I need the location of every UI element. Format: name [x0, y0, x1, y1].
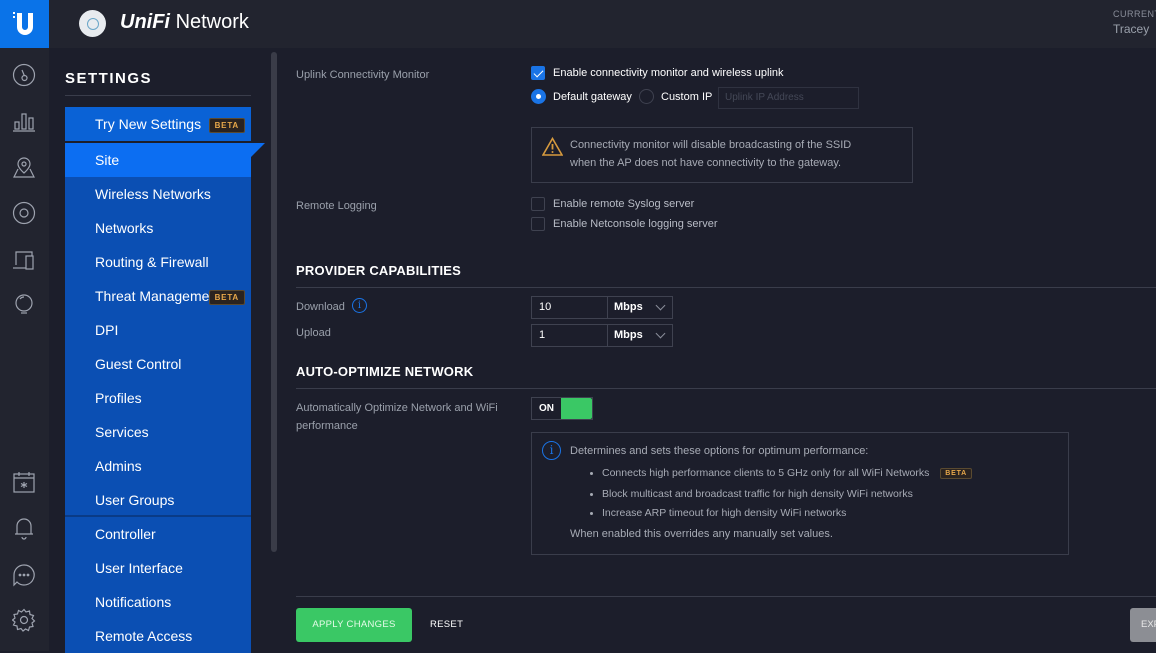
- info-icon: i: [542, 441, 561, 460]
- download-input[interactable]: 10: [531, 296, 608, 319]
- nav-controller[interactable]: Controller: [65, 517, 251, 551]
- toggle-knob: [561, 398, 592, 419]
- enable-connectivity-label: Enable connectivity monitor and wireless…: [553, 67, 784, 79]
- netconsole-checkbox[interactable]: [531, 217, 545, 231]
- apply-changes-button[interactable]: APPLY CHANGES: [296, 608, 412, 642]
- statistics-icon[interactable]: [12, 109, 36, 133]
- devices-icon[interactable]: [12, 201, 36, 225]
- dashboard-icon[interactable]: [12, 63, 36, 87]
- syslog-label: Enable remote Syslog server: [553, 198, 695, 210]
- info-icon[interactable]: i: [352, 298, 367, 313]
- custom-ip-radio[interactable]: [639, 89, 654, 104]
- auto-optimize-toggle[interactable]: ON: [531, 397, 593, 420]
- nav-wireless-networks[interactable]: Wireless Networks: [65, 177, 251, 211]
- divider: [296, 596, 1156, 597]
- info-heading: Determines and sets these options for op…: [570, 445, 869, 457]
- divider: [65, 95, 251, 96]
- beta-badge: BETA: [208, 290, 245, 305]
- provider-capabilities-heading: PROVIDER CAPABILITIES: [296, 263, 462, 278]
- app-title: UniFi Network: [120, 11, 249, 34]
- uplink-label: Uplink Connectivity Monitor: [296, 69, 430, 81]
- nav-admins[interactable]: Admins: [65, 449, 251, 483]
- syslog-checkbox[interactable]: [531, 197, 545, 211]
- nav-site[interactable]: Site: [65, 143, 265, 177]
- remote-logging-label: Remote Logging: [296, 200, 377, 212]
- settings-icon[interactable]: [11, 608, 36, 632]
- uplink-ip-input[interactable]: Uplink IP Address: [718, 87, 859, 109]
- current-user[interactable]: Tracey: [1113, 22, 1149, 36]
- netconsole-label: Enable Netconsole logging server: [553, 218, 718, 230]
- nav-guest-control[interactable]: Guest Control: [65, 347, 251, 381]
- nav-notifications[interactable]: Notifications: [65, 585, 251, 619]
- nav-threat-management[interactable]: Threat Management BETA: [65, 279, 251, 313]
- nav-scrollbar[interactable]: [271, 52, 277, 552]
- custom-ip-label: Custom IP: [661, 91, 713, 103]
- download-unit-select[interactable]: Mbps: [608, 296, 673, 319]
- upload-input[interactable]: 1: [531, 324, 608, 347]
- info-bullet: Block multicast and broadcast traffic fo…: [590, 488, 913, 500]
- nav-routing-firewall[interactable]: Routing & Firewall: [65, 245, 251, 279]
- ubiquiti-logo[interactable]: [0, 0, 49, 48]
- reset-button[interactable]: RESET: [430, 608, 463, 642]
- nav-try-new-settings[interactable]: Try New Settings BETA: [65, 107, 251, 141]
- current-site-label: CURRENT: [1113, 9, 1156, 19]
- info-footer: When enabled this overrides any manually…: [570, 528, 833, 540]
- brand-name: UniFi: [120, 11, 170, 33]
- warning-text-line2: when the AP does not have connectivity t…: [570, 157, 842, 169]
- nav-user-interface[interactable]: User Interface: [65, 551, 251, 585]
- map-icon[interactable]: [12, 155, 36, 179]
- beta-badge: BETA: [208, 118, 245, 133]
- divider: [296, 388, 1156, 389]
- upload-unit-select[interactable]: Mbps: [608, 324, 673, 347]
- ubiquiti-u-logo-icon: [12, 12, 33, 35]
- nav-dpi[interactable]: DPI: [65, 313, 251, 347]
- chat-icon[interactable]: [12, 563, 36, 587]
- warning-icon: [542, 137, 563, 156]
- default-gateway-label: Default gateway: [553, 91, 632, 103]
- site-settings-content: Uplink Connectivity Monitor Enable conne…: [296, 48, 1156, 651]
- top-bar: UniFi Network CURRENT Tracey: [0, 0, 1156, 48]
- download-label: Download: [296, 301, 345, 313]
- chevron-down-icon: [655, 300, 666, 311]
- nav-user-groups[interactable]: User Groups: [65, 483, 251, 517]
- insights-icon[interactable]: [12, 293, 36, 317]
- enable-connectivity-checkbox[interactable]: [531, 66, 545, 80]
- connectivity-warning: Connectivity monitor will disable broadc…: [531, 127, 913, 183]
- info-bullet: Increase ARP timeout for high density Wi…: [589, 507, 847, 519]
- chevron-down-icon: [655, 328, 666, 339]
- settings-panel: SETTINGS Try New Settings BETA Site Wire…: [49, 48, 279, 653]
- icon-sidebar: [0, 48, 49, 651]
- nav-networks[interactable]: Networks: [65, 211, 251, 245]
- product-name: Network: [175, 11, 249, 33]
- access-point-icon[interactable]: [79, 10, 106, 37]
- divider: [296, 287, 1156, 288]
- nav-profiles[interactable]: Profiles: [65, 381, 251, 415]
- nav-services[interactable]: Services: [65, 415, 251, 449]
- nav-remote-access[interactable]: Remote Access: [65, 619, 251, 653]
- alerts-icon[interactable]: [12, 516, 36, 540]
- warning-text-line1: Connectivity monitor will disable broadc…: [570, 139, 852, 151]
- beta-badge: BETA: [940, 467, 973, 479]
- auto-optimize-info: i Determines and sets these options for …: [531, 432, 1069, 555]
- auto-optimize-label-line1: Automatically Optimize Network and WiFi: [296, 402, 498, 414]
- events-icon[interactable]: [12, 470, 36, 494]
- auto-optimize-heading: AUTO-OPTIMIZE NETWORK: [296, 364, 474, 379]
- default-gateway-radio[interactable]: [531, 89, 546, 104]
- auto-optimize-label-line2: performance: [296, 420, 358, 432]
- info-bullet: Connects high performance clients to 5 G…: [589, 466, 973, 480]
- upload-label: Upload: [296, 327, 331, 339]
- settings-title: SETTINGS: [65, 70, 153, 87]
- clients-icon[interactable]: [12, 248, 36, 272]
- export-button[interactable]: EXPORT: [1130, 608, 1156, 642]
- settings-nav: Try New Settings BETA Site Wireless Netw…: [65, 107, 265, 653]
